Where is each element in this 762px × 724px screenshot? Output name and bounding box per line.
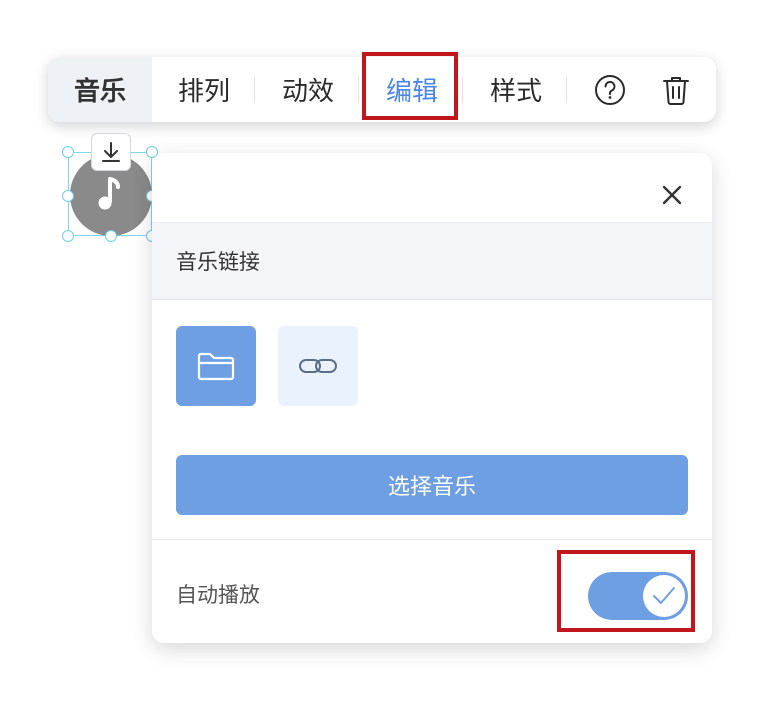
url-link-source-button[interactable] <box>278 326 358 406</box>
tool-arrange[interactable]: 排列 <box>152 57 256 122</box>
close-button[interactable] <box>652 175 692 215</box>
resize-handle-bottom-left[interactable] <box>62 230 74 242</box>
autoplay-toggle[interactable] <box>588 572 688 620</box>
local-file-source-button[interactable] <box>176 326 256 406</box>
toolbar-divider <box>358 77 359 103</box>
edit-panel: 音乐链接 选择音乐 自动播放 <box>152 153 712 643</box>
tool-music-label: 音乐 <box>73 77 126 107</box>
stage: 音乐 排列 动效 编辑 样式 音乐链接 选择音乐 自动播放 <box>0 0 762 724</box>
link-icon <box>299 359 337 373</box>
download-icon <box>102 142 120 162</box>
tool-music[interactable]: 音乐 <box>48 57 152 122</box>
check-icon <box>653 587 675 604</box>
music-note-icon <box>98 177 120 210</box>
question-circle-icon <box>595 74 625 105</box>
resize-handle-left[interactable] <box>62 190 74 202</box>
trash-icon <box>663 76 689 105</box>
close-icon <box>662 185 682 205</box>
toolbar-divider <box>462 77 463 103</box>
tool-animation-label: 动效 <box>281 77 334 107</box>
resize-handle-bottom[interactable] <box>105 230 117 242</box>
toolbar-divider <box>254 77 255 103</box>
resize-handle-top-left[interactable] <box>62 146 74 158</box>
help-button[interactable] <box>588 57 632 122</box>
toolbar-divider <box>566 77 567 103</box>
tool-animation[interactable]: 动效 <box>256 57 360 122</box>
tool-style[interactable]: 样式 <box>464 57 568 122</box>
folder-icon <box>197 352 235 381</box>
element-toolbar: 音乐 排列 动效 编辑 样式 <box>48 57 716 122</box>
tool-arrange-label: 排列 <box>177 77 230 107</box>
music-link-section-header: 音乐链接 <box>152 222 712 300</box>
autoplay-label: 自动播放 <box>176 583 260 607</box>
download-button[interactable] <box>91 133 131 171</box>
tool-style-label: 样式 <box>489 77 542 107</box>
tool-edit[interactable]: 编辑 <box>360 57 464 122</box>
delete-button[interactable] <box>654 57 698 122</box>
toggle-knob <box>643 575 685 617</box>
select-music-button[interactable]: 选择音乐 <box>176 455 688 515</box>
select-music-label: 选择音乐 <box>387 475 476 500</box>
panel-divider <box>152 539 712 540</box>
section-title: 音乐链接 <box>176 250 260 274</box>
tool-edit-label: 编辑 <box>385 77 438 107</box>
